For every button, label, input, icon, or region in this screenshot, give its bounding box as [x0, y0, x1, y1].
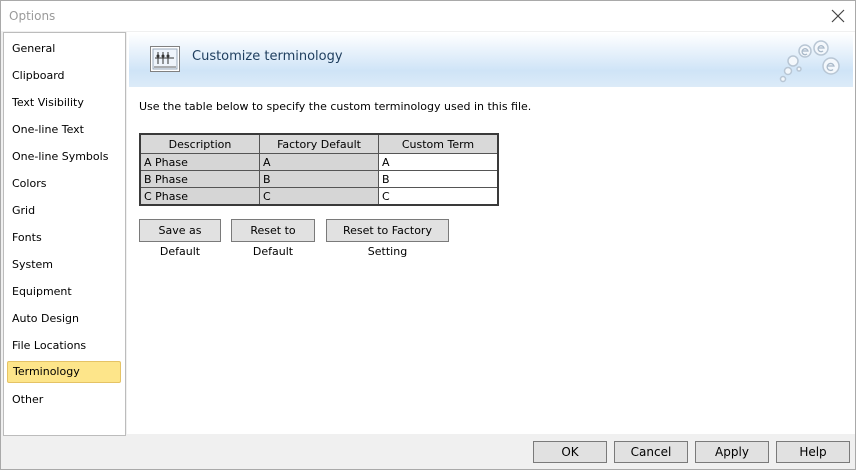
options-dialog: Options General Clipboard Text Visibilit…	[0, 0, 856, 470]
panel-header: Customize terminology	[129, 33, 853, 87]
table-row: B Phase B B	[139, 170, 499, 188]
cancel-button[interactable]: Cancel	[614, 441, 688, 463]
sidebar-item-terminology[interactable]: Terminology	[7, 361, 121, 383]
reset-to-default-button[interactable]: Reset to Default	[231, 219, 315, 258]
sidebar-item-system[interactable]: System	[7, 254, 121, 276]
save-as-default-button[interactable]: Save as Default	[139, 219, 221, 258]
sidebar-item-one-line-symbols[interactable]: One-line Symbols	[7, 146, 121, 168]
sidebar-item-fonts[interactable]: Fonts	[7, 227, 121, 249]
apply-button[interactable]: Apply	[695, 441, 769, 463]
terminology-table: Description Factory Default Custom Term …	[139, 133, 499, 206]
description-cell: C Phase	[139, 187, 260, 206]
table-header-row: Description Factory Default Custom Term	[139, 133, 499, 154]
sidebar-item-text-visibility[interactable]: Text Visibility	[7, 92, 121, 114]
column-header-description: Description	[139, 133, 260, 154]
factory-default-cell: C	[259, 187, 379, 206]
instruction-text: Use the table below to specify the custo…	[139, 100, 532, 113]
sidebar-item-grid[interactable]: Grid	[7, 200, 121, 222]
column-header-custom-term: Custom Term	[378, 133, 499, 154]
decorative-bubbles-icon	[763, 39, 843, 85]
close-icon	[831, 9, 845, 23]
sidebar-item-auto-design[interactable]: Auto Design	[7, 308, 121, 330]
sidebar-item-clipboard[interactable]: Clipboard	[7, 65, 121, 87]
sidebar-item-equipment[interactable]: Equipment	[7, 281, 121, 303]
page-title: Customize terminology	[192, 49, 343, 64]
category-list: General Clipboard Text Visibility One-li…	[3, 32, 126, 436]
reset-to-factory-setting-button[interactable]: Reset to Factory Setting	[326, 219, 449, 258]
sidebar-item-general[interactable]: General	[7, 38, 121, 60]
ok-button[interactable]: OK	[533, 441, 607, 463]
sidebar-item-one-line-text[interactable]: One-line Text	[7, 119, 121, 141]
description-cell: B Phase	[139, 170, 260, 188]
title-bar: Options	[1, 1, 855, 31]
table-row: C Phase C C	[139, 187, 499, 206]
sidebar-item-colors[interactable]: Colors	[7, 173, 121, 195]
window-title: Options	[9, 9, 56, 23]
factory-default-cell: A	[259, 153, 379, 171]
factory-default-cell: B	[259, 170, 379, 188]
sidebar-item-file-locations[interactable]: File Locations	[7, 335, 121, 357]
custom-term-cell[interactable]: C	[378, 187, 499, 206]
table-row: A Phase A A	[139, 153, 499, 171]
sidebar-item-other[interactable]: Other	[7, 389, 121, 411]
terminology-icon	[150, 46, 180, 72]
description-cell: A Phase	[139, 153, 260, 171]
close-button[interactable]	[825, 4, 851, 28]
column-header-factory-default: Factory Default	[259, 133, 379, 154]
custom-term-cell[interactable]: B	[378, 170, 499, 188]
terminology-panel: Customize terminology Use the table belo…	[127, 32, 855, 434]
custom-term-cell[interactable]: A	[378, 153, 499, 171]
help-button[interactable]: Help	[776, 441, 850, 463]
